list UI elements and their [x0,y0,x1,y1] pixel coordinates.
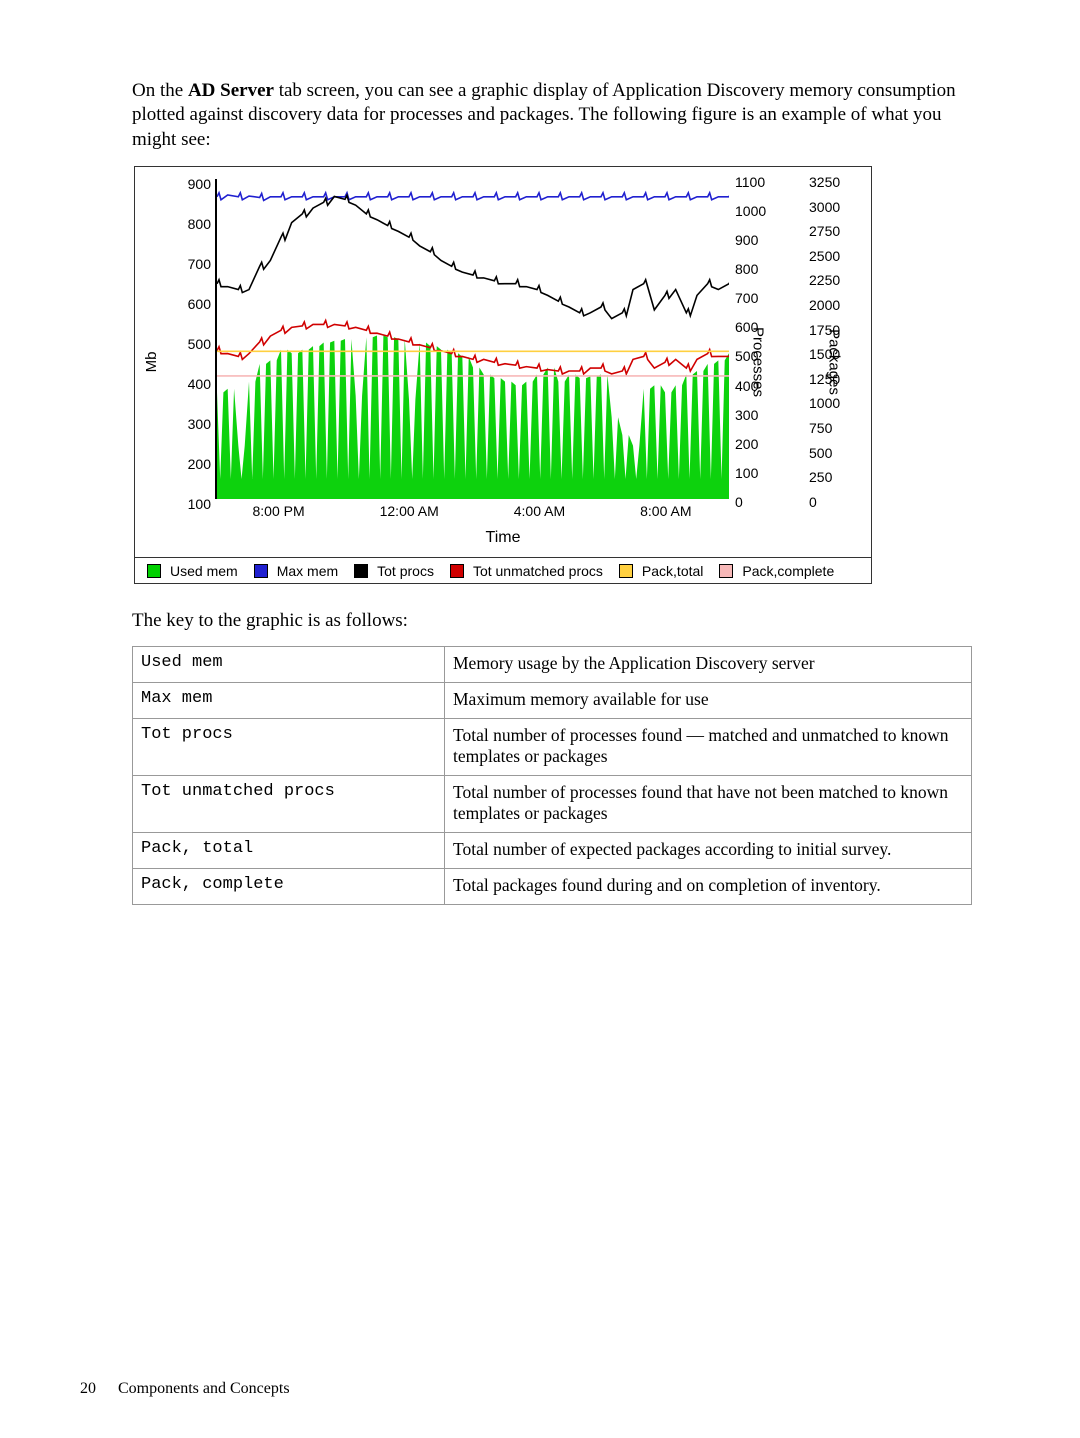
key-desc: Total packages found during and on compl… [445,868,972,904]
key-term: Pack, complete [133,868,445,904]
intro-paragraph: On the AD Server tab screen, you can see… [132,79,972,152]
chart-figure: Mb Processes Packages 900800700600500400… [134,166,872,584]
key-desc: Maximum memory available for use [445,682,972,718]
x-ticks: 8:00 PM12:00 AM4:00 AM8:00 AM [215,503,729,519]
key-term: Pack, total [133,832,445,868]
key-desc: Total number of processes found that hav… [445,775,972,832]
key-term: Tot unmatched procs [133,775,445,832]
page-number: 20 [80,1380,96,1397]
plot-area [215,179,729,499]
key-desc: Total number of processes found — matche… [445,718,972,775]
key-table: Used memMemory usage by the Application … [132,646,972,905]
key-term: Used mem [133,646,445,682]
key-term: Max mem [133,682,445,718]
key-desc: Total number of expected packages accord… [445,832,972,868]
key-intro: The key to the graphic is as follows: [132,610,972,632]
y-axis-left-label: Mb [143,352,160,373]
chart-legend: Used memMax memTot procsTot unmatched pr… [135,557,871,583]
section-title: Components and Concepts [118,1380,290,1397]
page-footer: 20 Components and Concepts [80,1380,290,1398]
x-axis-label: Time [135,529,871,547]
key-desc: Memory usage by the Application Discover… [445,646,972,682]
key-term: Tot procs [133,718,445,775]
